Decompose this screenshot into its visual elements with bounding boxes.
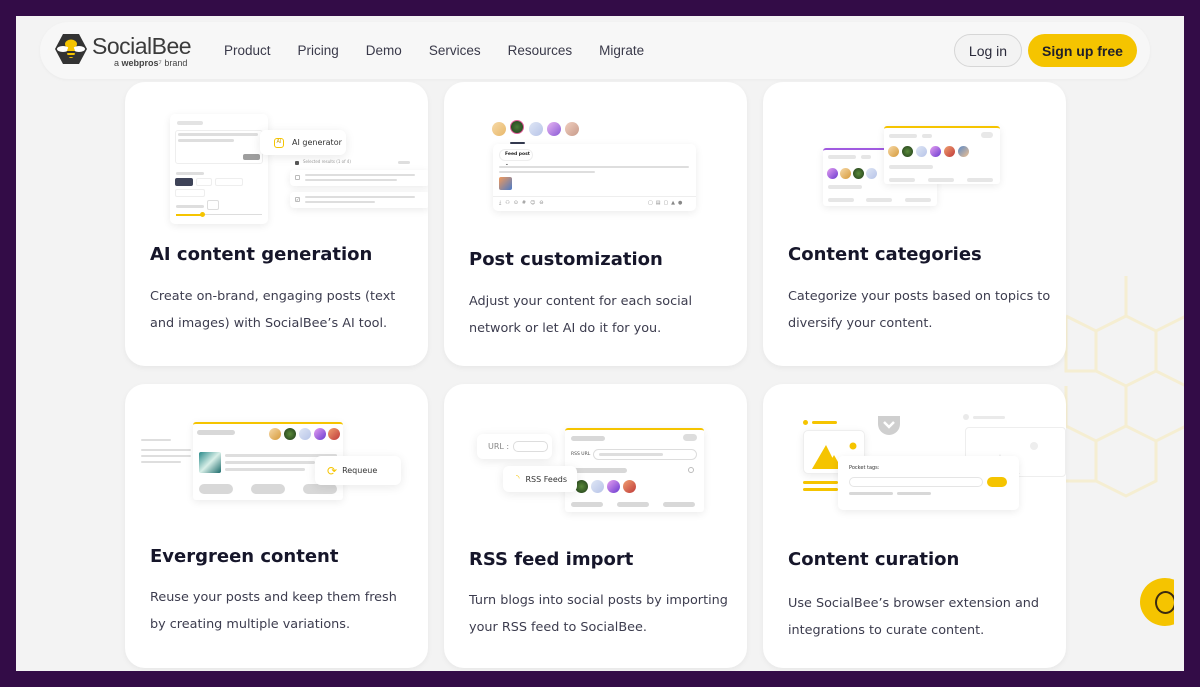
card-description: Use SocialBee’s browser extension and in… <box>788 596 1040 638</box>
rss-icon: ◝ <box>516 474 520 484</box>
nav-link-demo[interactable]: Demo <box>366 43 402 58</box>
frame-right-edge <box>1184 0 1200 687</box>
card-title: AI content generation <box>150 244 373 265</box>
rss-settings-card: RSS URL <box>565 428 704 512</box>
ai-generator-badge: AI AI generator <box>260 130 346 155</box>
avatar <box>547 122 561 136</box>
pocket-tags-label: Pocket tags: <box>849 465 880 471</box>
nav-links: Product Pricing Demo Services Resources … <box>224 22 671 79</box>
pocket-tags-dialog: Pocket tags: <box>838 456 1019 510</box>
rss-url-label: RSS URL <box>571 452 591 457</box>
tagline-brand: webpros <box>121 58 159 68</box>
card-description: Create on-brand, engaging posts (text an… <box>150 289 396 331</box>
rss-illustration: RSS URL URL : ◝ RSS Feeds <box>444 384 747 534</box>
card-title: RSS feed import <box>469 549 634 570</box>
evergreen-illustration: ⟳ Requeue <box>125 384 428 534</box>
mock-editor-panel <box>170 114 268 224</box>
feature-card-evergreen-content[interactable]: ⟳ Requeue Evergreen content Reuse your p… <box>125 384 428 668</box>
feature-card-rss-feed-import[interactable]: RSS URL URL : ◝ RSS Feeds RSS feed impor… <box>444 384 747 668</box>
card-description: Adjust your content for each social netw… <box>469 294 693 336</box>
editor-actions-icons: ▢▤▢▲● <box>648 200 686 206</box>
post-customization-illustration: Feed post ⌄ ⤓⚇⊙#☺⊖ ▢▤▢▲● <box>444 82 747 232</box>
card-description: Reuse your posts and keep them fresh by … <box>150 590 397 632</box>
content-curation-illustration: Pocket tags: <box>763 384 1066 534</box>
brand-tagline: a webpros⁷ brand <box>114 58 187 68</box>
top-navigation: SocialBee a webpros⁷ brand Product Prici… <box>40 22 1150 79</box>
nav-link-product[interactable]: Product <box>224 43 271 58</box>
avatar <box>529 122 543 136</box>
page-viewport: SocialBee a webpros⁷ brand Product Prici… <box>16 16 1184 671</box>
signup-button[interactable]: Sign up free <box>1028 34 1137 67</box>
brand-name: SocialBee <box>92 33 192 59</box>
bee-logo-icon <box>55 34 87 64</box>
webpros-mark-icon: ⁷ <box>158 58 162 68</box>
rss-feeds-badge: ◝ RSS Feeds <box>503 466 577 492</box>
result-row-selected: ✓ <box>290 192 428 208</box>
ai-generator-label: AI generator <box>292 138 342 147</box>
result-row <box>290 170 428 186</box>
card-title: Post customization <box>469 249 663 270</box>
feature-card-post-customization[interactable]: Feed post ⌄ ⤓⚇⊙#☺⊖ ▢▤▢▲● Post customizat… <box>444 82 747 366</box>
ai-chip-icon: AI <box>274 137 284 148</box>
feature-card-content-categories[interactable]: Content categories Categorize your posts… <box>763 82 1066 366</box>
selected-results-label: Selected results (1 of 4) <box>303 159 351 164</box>
avatar <box>565 122 579 136</box>
login-button[interactable]: Log in <box>954 34 1022 67</box>
content-categories-illustration <box>763 82 1066 232</box>
nav-link-migrate[interactable]: Migrate <box>599 43 644 58</box>
editor-toolbar-icons: ⤓⚇⊙#☺⊖ <box>499 200 548 206</box>
socialbee-logo[interactable]: SocialBee a webpros⁷ brand <box>54 32 204 72</box>
ai-generator-illustration: AI AI generator Selected results (1 of 4… <box>125 82 428 232</box>
pocket-icon <box>878 416 900 435</box>
tagline-prefix: a <box>114 58 120 68</box>
url-label: URL : <box>488 442 510 451</box>
tagline-suffix: brand <box>164 58 188 68</box>
post-image-thumb <box>499 177 512 190</box>
url-input-badge: URL : <box>477 434 552 459</box>
nav-link-pricing[interactable]: Pricing <box>298 43 339 58</box>
nav-link-resources[interactable]: Resources <box>508 43 573 58</box>
card-title: Evergreen content <box>150 546 339 567</box>
category-card-yellow <box>884 126 1000 184</box>
card-title: Content categories <box>788 244 982 265</box>
card-title: Content curation <box>788 549 960 570</box>
requeue-icon: ⟳ <box>327 463 338 478</box>
post-editor: Feed post ⌄ ⤓⚇⊙#☺⊖ ▢▤▢▲● <box>493 144 696 211</box>
feature-card-ai-content-generation[interactable]: AI AI generator Selected results (1 of 4… <box>125 82 428 366</box>
requeue-badge: ⟳ Requeue <box>315 456 401 485</box>
rss-feeds-label: RSS Feeds <box>525 474 568 484</box>
post-image-thumb <box>199 452 221 473</box>
avatar <box>510 120 524 134</box>
card-description: Categorize your posts based on topics to… <box>788 289 1051 331</box>
honeycomb-decoration <box>1064 276 1184 498</box>
card-description: Turn blogs into social posts by importin… <box>469 593 728 635</box>
feature-card-content-curation[interactable]: Pocket tags: Content curation Use Social… <box>763 384 1066 668</box>
avatar <box>492 122 506 136</box>
nav-link-services[interactable]: Services <box>429 43 481 58</box>
post-type-dropdown: Feed post ⌄ <box>499 149 533 167</box>
requeue-label: Requeue <box>342 466 378 475</box>
